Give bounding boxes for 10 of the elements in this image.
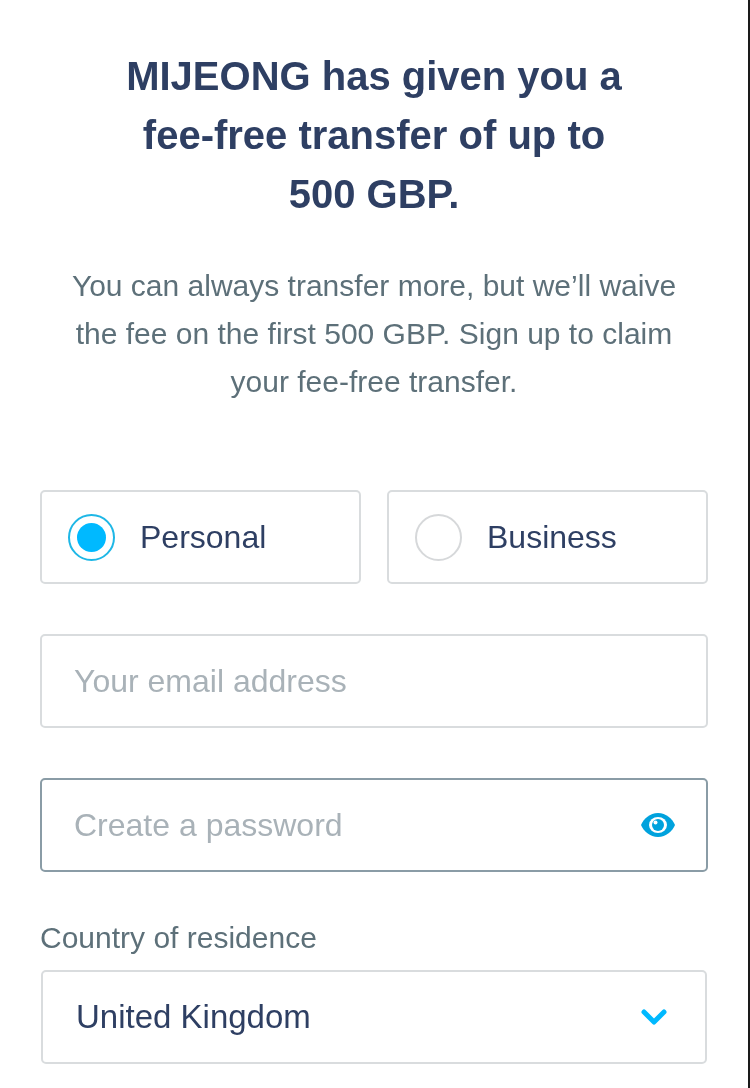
offer-description: You can always transfer more, but we’ll waive the fee on the first 500 GBP. Sign up to claim your fee-free transfer. bbox=[70, 268, 678, 400]
offer-heading: MIJEONG has given you a fee-free transfer of up to 500 GBP. bbox=[125, 53, 623, 218]
email-field[interactable]: Your email address bbox=[40, 634, 708, 728]
account-type-option[interactable]: Personal bbox=[40, 490, 361, 584]
country-label: Country of residence bbox=[40, 922, 317, 954]
chevron-down-icon bbox=[641, 1009, 667, 1025]
password-field[interactable]: Create a password bbox=[40, 778, 708, 872]
account-type-option[interactable]: Business bbox=[387, 490, 708, 584]
eye-icon[interactable] bbox=[640, 812, 676, 838]
country-select[interactable]: United Kingdom bbox=[41, 970, 707, 1064]
